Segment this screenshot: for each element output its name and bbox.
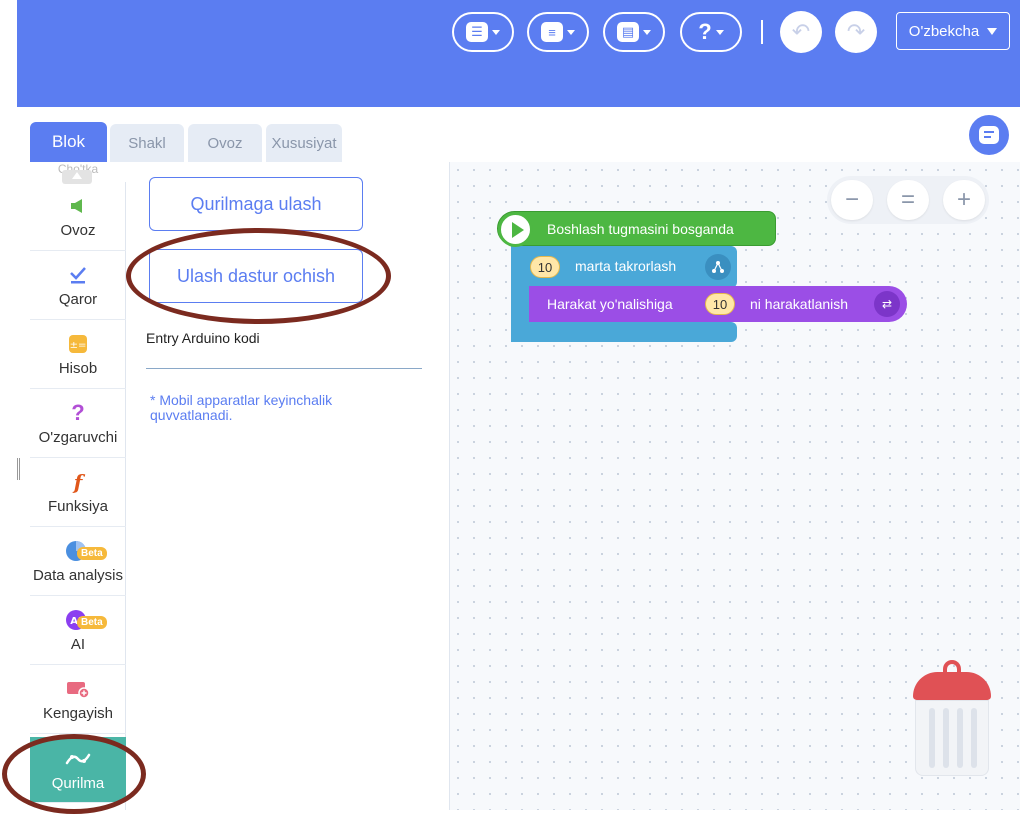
category-label: Ovoz: [60, 221, 96, 239]
file-button[interactable]: ≡: [527, 12, 589, 52]
toolbar-divider: [761, 20, 763, 44]
menu-button[interactable]: ☰: [452, 12, 514, 52]
function-icon: f: [73, 469, 83, 494]
when-start-clicked-block[interactable]: Boshlash tugmasini bosganda: [497, 211, 776, 247]
repeat-block-label: marta takrorlash: [575, 258, 677, 274]
open-connection-program-button[interactable]: Ulash dastur ochish: [149, 249, 363, 303]
ai-icon: AI Beta: [65, 608, 107, 632]
file-icon: ≡: [541, 22, 563, 42]
category-kengayish[interactable]: Kengayish: [30, 665, 126, 734]
move-block-prefix: Harakat yo'nalishiga: [547, 296, 673, 312]
redo-icon: ↷: [846, 19, 866, 44]
arduino-code-label: Entry Arduino kodi: [146, 330, 260, 346]
entry-editor: ☰ ≡ ▤ ? ↶ ↷ O'zbekcha Blok Shakl Ovoz Xu…: [0, 0, 1020, 818]
category-label: Qaror: [58, 290, 98, 308]
category-ozgaruvchi[interactable]: ? O'zgaruvchi: [30, 389, 126, 458]
category-label: AI: [70, 635, 86, 653]
save-button[interactable]: ▤: [603, 12, 665, 52]
category-qurilma[interactable]: Qurilma: [30, 737, 126, 803]
move-count-input[interactable]: 10: [705, 293, 735, 315]
category-ovoz[interactable]: Ovoz: [30, 182, 126, 251]
chevron-down-icon: [715, 29, 724, 35]
undo-button[interactable]: ↶: [780, 11, 822, 53]
menu-icon: ☰: [466, 22, 488, 42]
start-block-label: Boshlash tugmasini bosganda: [547, 221, 734, 237]
tab-xususiyat[interactable]: Xususiyat: [266, 124, 342, 162]
language-label: O'zbekcha: [908, 22, 980, 40]
repeat-block-footer[interactable]: [511, 322, 737, 342]
repeat-loop-icon: [705, 254, 731, 280]
palette-divider: [146, 368, 422, 369]
repeat-count-input[interactable]: 10: [530, 256, 560, 278]
category-hisob[interactable]: ±= Hisob: [30, 320, 126, 389]
category-label: Funksiya: [47, 497, 109, 515]
zoom-out-button[interactable]: −: [831, 180, 873, 220]
calculator-icon: ±=: [68, 332, 88, 356]
trash-stripe: [957, 708, 963, 768]
category-label: O'zgaruvchi: [38, 428, 118, 446]
save-icon: ▤: [617, 22, 639, 42]
pie-chart-icon: Beta: [65, 539, 107, 563]
chevron-down-icon: [492, 29, 500, 35]
beta-badge: Beta: [77, 615, 107, 629]
mobile-support-note: * Mobil apparatlar keyinchalik quvvatlan…: [150, 392, 333, 423]
category-ai[interactable]: AI Beta AI: [30, 596, 126, 665]
category-scroll-up[interactable]: Cho'tka: [30, 162, 126, 184]
tab-blok[interactable]: Blok: [30, 122, 107, 162]
help-button[interactable]: ?: [680, 12, 742, 52]
category-label: Qurilma: [51, 775, 105, 792]
category-funksiya[interactable]: f Funksiya: [30, 458, 126, 527]
chat-button[interactable]: [969, 115, 1009, 155]
category-label: Hisob: [58, 359, 98, 377]
play-icon: [498, 212, 533, 247]
zoom-in-button[interactable]: +: [943, 180, 985, 220]
trash-stripe: [943, 708, 949, 768]
panel-resize-handle[interactable]: [17, 458, 20, 480]
question-icon: ?: [71, 399, 85, 425]
category-label: Data analysis: [32, 566, 124, 584]
svg-text:±=: ±=: [70, 340, 87, 351]
check-icon: [68, 263, 88, 287]
redo-button[interactable]: ↷: [835, 11, 877, 53]
language-select[interactable]: O'zbekcha: [896, 12, 1010, 50]
trash-stripe: [929, 708, 935, 768]
tab-ovoz[interactable]: Ovoz: [188, 124, 262, 162]
device-link-icon: [63, 747, 93, 771]
zoom-reset-button[interactable]: =: [887, 180, 929, 220]
chat-icon: [979, 126, 999, 144]
beta-badge: Beta: [77, 546, 107, 560]
move-block-suffix: ni harakatlanish: [750, 296, 849, 312]
trash-can-body[interactable]: [915, 700, 989, 776]
tab-shakl[interactable]: Shakl: [110, 124, 184, 162]
trash-icon[interactable]: [913, 672, 991, 700]
help-icon: ?: [698, 19, 712, 44]
connect-device-button[interactable]: Qurilmaga ulash: [149, 177, 363, 231]
category-label: Kengayish: [42, 704, 114, 722]
speaker-icon: [69, 194, 87, 218]
chevron-down-icon: [567, 29, 575, 35]
chevron-down-icon: [643, 29, 651, 35]
trash-stripe: [971, 708, 977, 768]
move-arrows-icon: ⇄: [874, 291, 900, 317]
extension-icon: [65, 677, 91, 701]
category-data-analysis[interactable]: Beta Data analysis: [30, 527, 126, 596]
category-qaror[interactable]: Qaror: [30, 251, 126, 320]
undo-icon: ↶: [791, 19, 811, 44]
chevron-down-icon: [987, 27, 998, 35]
